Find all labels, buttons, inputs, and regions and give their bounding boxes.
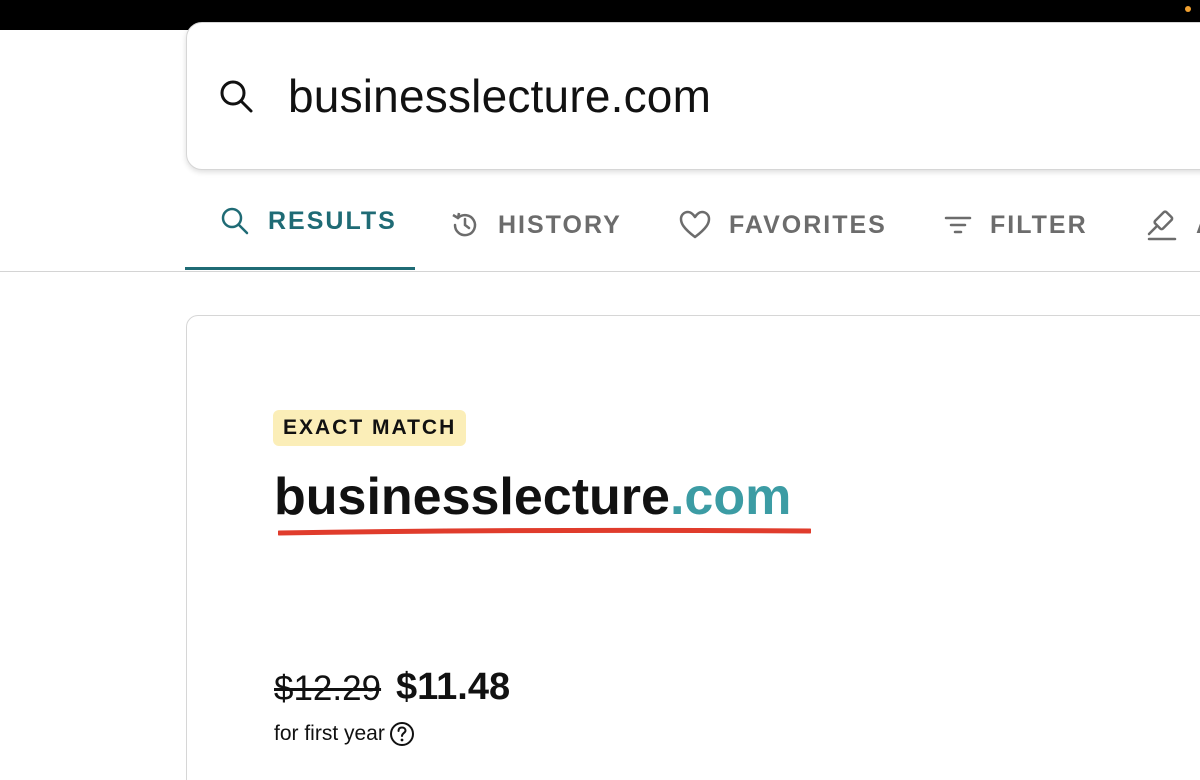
help-icon[interactable] (389, 721, 415, 747)
tab-filter[interactable]: FILTER (944, 180, 1088, 270)
tab-label: FILTER (990, 210, 1088, 239)
filter-icon (944, 216, 972, 234)
price-note: for first year (274, 720, 415, 748)
exact-match-badge: EXACT MATCH (273, 410, 467, 446)
tab-label: FAVORITES (729, 210, 887, 239)
tab-label: HISTORY (498, 210, 622, 239)
camera-indicator-icon (1185, 6, 1191, 12)
search-icon (221, 207, 249, 235)
heart-icon (679, 210, 711, 239)
domain-tld: .com (669, 468, 792, 526)
search-input[interactable]: businesslecture.com (288, 68, 711, 124)
domain-title[interactable]: businesslecture.com (274, 466, 791, 528)
sale-price: $11.48 (396, 666, 511, 708)
tab-auctions[interactable]: A (1146, 180, 1200, 270)
active-tab-indicator (185, 267, 415, 270)
tab-history[interactable]: HISTORY (450, 180, 622, 270)
tab-bar: RESULTS HISTORY FAVORITES FILTER A (0, 180, 1200, 272)
domain-name: businesslecture (274, 468, 670, 526)
price-note-text: for first year (274, 722, 385, 745)
gavel-icon (1147, 210, 1177, 241)
tab-results[interactable]: RESULTS (220, 176, 397, 266)
domain-underline (278, 527, 811, 536)
tab-label: A (1196, 211, 1200, 240)
tab-favorites[interactable]: FAVORITES (679, 180, 887, 270)
search-icon[interactable] (218, 78, 254, 114)
original-price: $12.29 (274, 669, 382, 708)
history-icon (452, 212, 477, 237)
tab-label: RESULTS (268, 206, 397, 235)
